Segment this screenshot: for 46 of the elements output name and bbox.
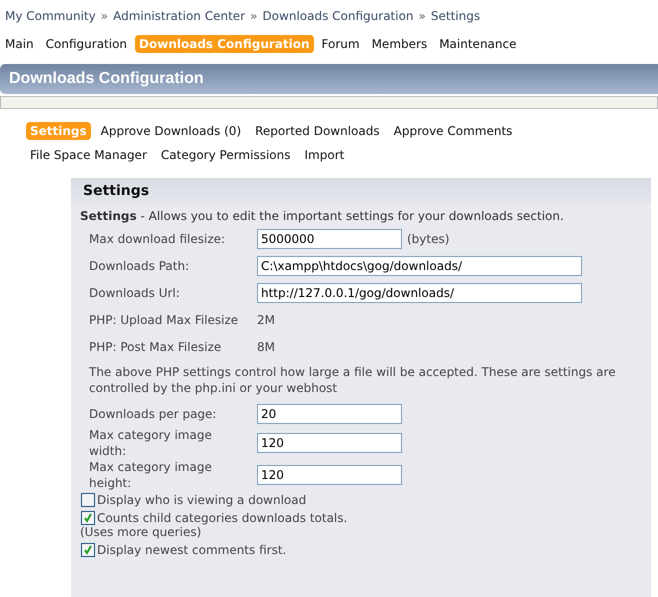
field-label: Downloads Url:: [89, 284, 181, 300]
input-field[interactable]: 120: [257, 465, 402, 485]
field-label: Max category image height:: [89, 459, 213, 491]
field-label: Max category image width:: [89, 427, 213, 459]
nav-tab[interactable]: Configuration: [42, 35, 132, 53]
checkbox[interactable]: [81, 511, 95, 525]
checkbox-label: Counts child categories downloads totals.: [97, 511, 348, 525]
breadcrumb-separator: »: [100, 9, 108, 23]
breadcrumb-link[interactable]: Administration Center: [113, 9, 246, 23]
nav-tab[interactable]: Maintenance: [435, 35, 520, 53]
unit-label: (bytes): [407, 232, 450, 246]
sub-nav-tab[interactable]: Import: [300, 146, 348, 164]
checkbox-label: Display newest comments first.: [97, 543, 286, 557]
input-field[interactable]: 120: [257, 433, 402, 453]
sub-nav-tab[interactable]: Category Permissions: [156, 146, 294, 164]
sub-nav-tab[interactable]: Approve Comments: [390, 122, 516, 140]
field-label: Downloads per page:: [89, 406, 218, 422]
breadcrumb-separator: »: [418, 9, 426, 23]
nav-tab[interactable]: Forum: [318, 35, 364, 53]
checkbox-note: (Uses more queries): [80, 525, 202, 539]
breadcrumb-link[interactable]: Settings: [430, 9, 480, 23]
field-value: 8M: [257, 340, 276, 354]
nav-tab[interactable]: Members: [368, 35, 432, 53]
field-label: Max download filesize:: [89, 230, 226, 246]
checkbox[interactable]: [81, 493, 95, 507]
checkbox[interactable]: [81, 543, 95, 557]
intro-text: Settings - Allows you to edit the important settings for your downloads section.: [80, 209, 565, 223]
field-label: PHP: Upload Max Filesize: [89, 312, 239, 328]
checkbox-label: Display who is viewing a download: [97, 493, 306, 507]
breadcrumb-separator: »: [250, 9, 258, 23]
page-title: Downloads Configuration: [9, 70, 204, 88]
nav-tab[interactable]: Main: [1, 35, 38, 53]
field-label: PHP: Post Max Filesize: [89, 338, 222, 354]
input-field[interactable]: http://127.0.0.1/gog/downloads/: [257, 282, 582, 302]
sub-nav-tab[interactable]: Approve Downloads (0): [96, 122, 246, 140]
panel-title: Settings: [83, 183, 150, 199]
field-value: 2M: [257, 312, 276, 326]
field-label: Downloads Path:: [89, 258, 190, 274]
input-field[interactable]: 5000000: [257, 228, 402, 248]
breadcrumb-link[interactable]: Downloads Configuration: [262, 9, 414, 23]
help-text: The above PHP settings control how large a file will be accepted. These are settings are controlled by the php.ini or your webhost: [89, 364, 617, 396]
sub-nav-tab[interactable]: File Space Manager: [26, 146, 151, 164]
input-field[interactable]: C:\xampp\htdocs\gog/downloads/: [257, 256, 582, 276]
sub-nav-tab[interactable]: Reported Downloads: [251, 122, 384, 140]
breadcrumb-link[interactable]: My Community: [5, 9, 96, 23]
input-field[interactable]: 20: [257, 404, 402, 424]
